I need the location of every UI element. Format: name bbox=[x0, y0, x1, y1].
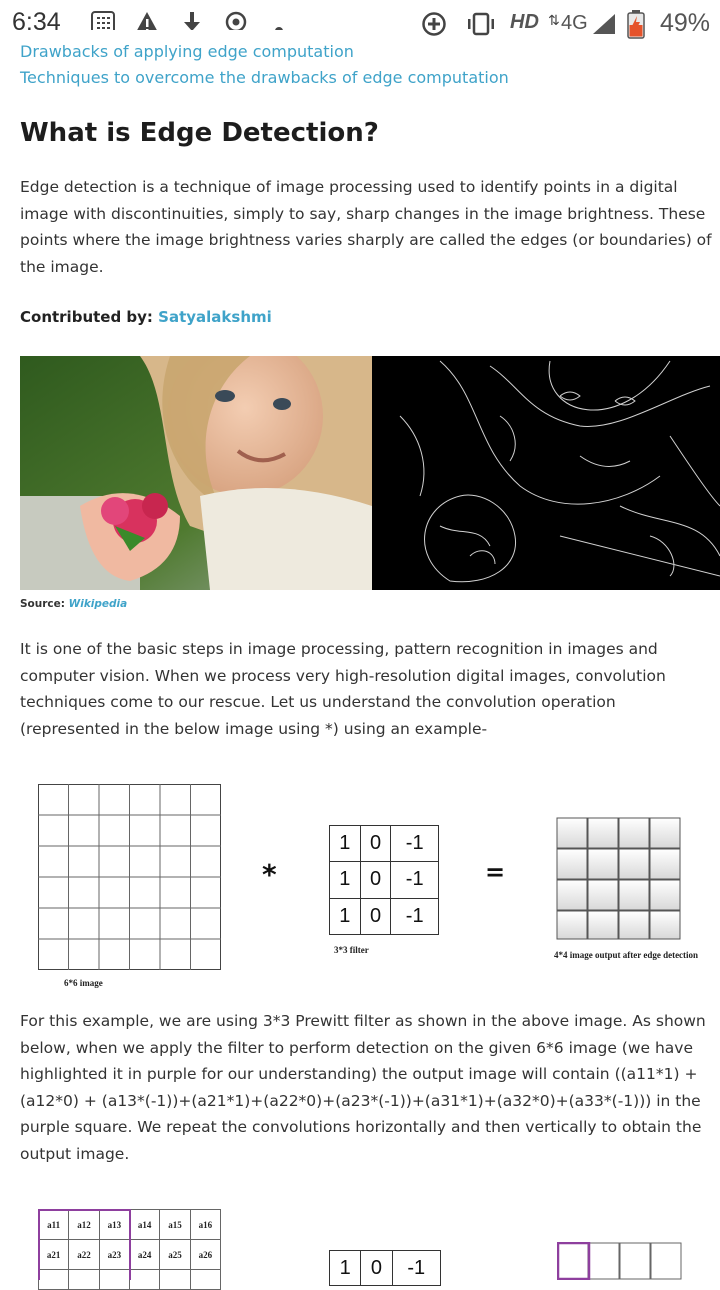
toc-link-drawbacks[interactable]: Drawbacks of applying edge computation bbox=[20, 42, 354, 61]
image-label: 6*6 image bbox=[64, 978, 103, 988]
toc-link-techniques[interactable]: Techniques to overcome the drawbacks of … bbox=[20, 68, 509, 87]
grid-cell: a26 bbox=[189, 1239, 222, 1270]
contributor-link[interactable]: Satyalakshmi bbox=[158, 308, 272, 326]
data-arrows-icon: ⇅ bbox=[548, 13, 560, 29]
filter-cell: 0 bbox=[359, 824, 392, 863]
filter-cell: 0 bbox=[359, 897, 392, 936]
intro-paragraph: Edge detection is a technique of image p… bbox=[20, 178, 712, 276]
grid-cell: a14 bbox=[128, 1209, 161, 1240]
filter-cell: 1 bbox=[329, 824, 361, 863]
network-type: HD bbox=[510, 11, 539, 33]
source-label: Source: bbox=[20, 598, 65, 610]
contributed-label: Contributed by: bbox=[20, 308, 153, 326]
vibrate-icon bbox=[464, 11, 498, 43]
source-link[interactable]: Wikipedia bbox=[69, 598, 128, 610]
filter-label: 3*3 filter bbox=[334, 945, 369, 955]
filter-cell: 0 bbox=[359, 861, 392, 899]
filter-cell: 1 bbox=[328, 1250, 362, 1286]
filter-cell: -1 bbox=[390, 897, 439, 936]
filter-cell: -1 bbox=[391, 1250, 441, 1286]
grid-cell: a16 bbox=[189, 1209, 222, 1240]
grid-cell: a15 bbox=[159, 1209, 191, 1240]
filter-cell: -1 bbox=[390, 861, 439, 899]
output-label: 4*4 image output after edge detection bbox=[554, 950, 699, 960]
output-grid-partial bbox=[556, 1241, 683, 1281]
filter-cell: 1 bbox=[329, 861, 361, 899]
grid-cell: a24 bbox=[128, 1239, 161, 1270]
grid-cell: a25 bbox=[159, 1239, 191, 1270]
filter-cell: -1 bbox=[390, 824, 439, 863]
data-saver-icon bbox=[421, 11, 447, 43]
equals-sign: = bbox=[485, 858, 506, 886]
section-heading: What is Edge Detection? bbox=[20, 118, 379, 148]
battery-percent: 49% bbox=[659, 9, 710, 37]
prewitt-paragraph: For this example, we are using 3*3 Prewi… bbox=[20, 1012, 706, 1163]
contributor-line: Contributed by: Satyalakshmi bbox=[20, 308, 272, 326]
filter-cell: 1 bbox=[329, 897, 361, 936]
filter-row-grid: 1 0 -1 bbox=[328, 1250, 441, 1286]
image-source: Source: Wikipedia bbox=[20, 598, 127, 610]
purple-highlight-box bbox=[38, 1209, 131, 1280]
six-by-six-grid bbox=[38, 784, 221, 970]
signal-icon bbox=[591, 12, 617, 42]
filter-grid: 1 0 -1 1 0 -1 1 0 -1 bbox=[329, 824, 439, 936]
filter-cell: 0 bbox=[360, 1250, 393, 1286]
scroll-clip bbox=[0, 30, 400, 44]
output-grid bbox=[556, 817, 682, 941]
edge-detection-example-image bbox=[20, 336, 720, 590]
convolution-operator: * bbox=[262, 858, 277, 891]
signal-label: 4G bbox=[561, 12, 588, 34]
battery-icon bbox=[626, 9, 646, 45]
convolution-paragraph: It is one of the basic steps in image pr… bbox=[20, 640, 666, 738]
